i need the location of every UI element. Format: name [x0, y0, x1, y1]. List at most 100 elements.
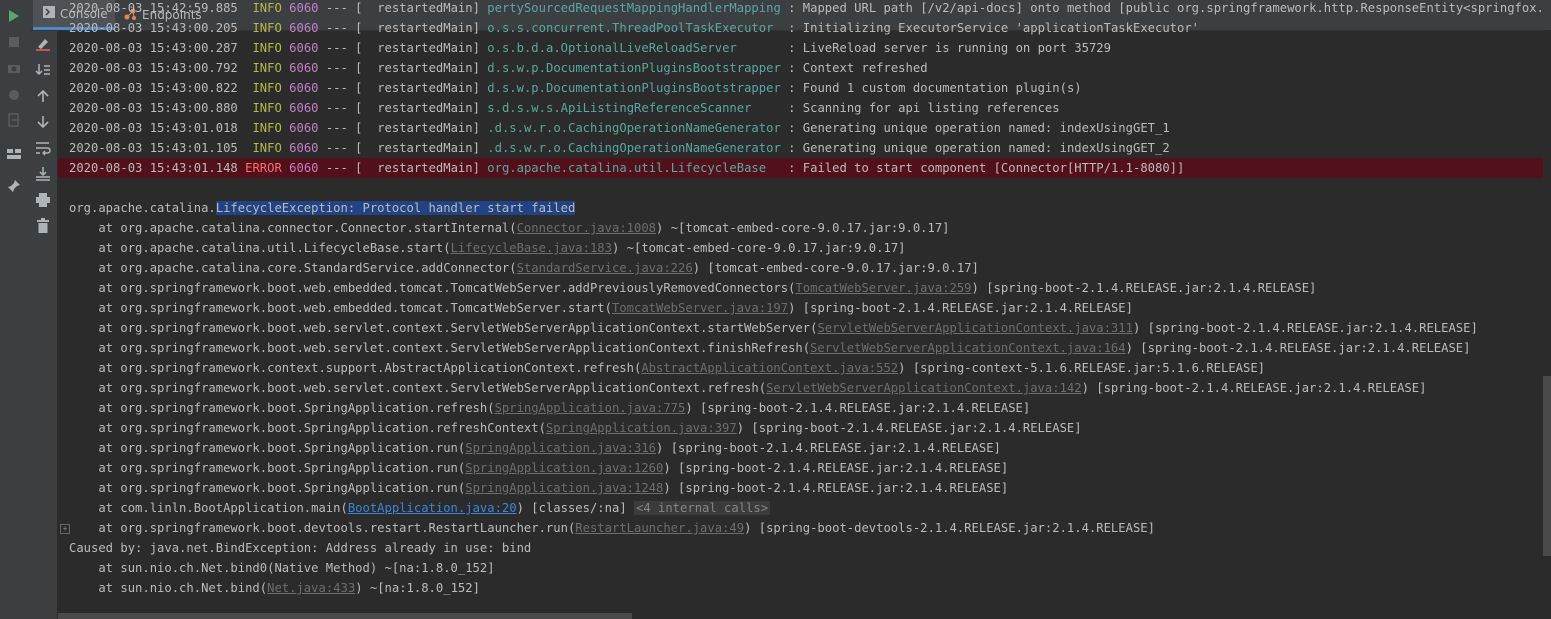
log-message: : Scanning for api listing references [788, 101, 1060, 115]
source-link[interactable]: LifecycleBase.java:183 [451, 241, 612, 255]
stack-frame: at sun.nio.ch.Net.bind0(Native Method) ~… [69, 561, 495, 575]
source-link[interactable]: ServletWebServerApplicationContext.java:… [766, 381, 1082, 395]
console-line: at org.springframework.boot.SpringApplic… [69, 438, 1001, 458]
log-date: 2020-08-03 15:43:00.792 [69, 61, 238, 75]
scroll-to-end-icon[interactable] [35, 62, 51, 78]
log-message: : Initializing ExecutorService 'applicat… [788, 21, 1200, 35]
console-line: at org.springframework.boot.web.embedded… [69, 298, 1133, 318]
layout-icon[interactable] [6, 146, 22, 162]
log-date: 2020-08-03 15:42:59.885 [69, 1, 238, 15]
log-logger: o.s.b.d.a.OptionalLiveReloadServer [487, 41, 781, 55]
log-message: : Generating unique operation named: ind… [788, 141, 1170, 155]
debug-icon[interactable] [6, 86, 22, 102]
log-logger: o.s.s.concurrent.ThreadPoolTaskExecutor [487, 21, 781, 35]
stack-frame: at org.springframework.boot.web.servlet.… [69, 381, 767, 395]
log-date: 2020-08-03 15:43:00.822 [69, 81, 238, 95]
log-date: 2020-08-03 15:43:01.018 [69, 121, 238, 135]
source-link[interactable]: AbstractApplicationContext.java:552 [641, 361, 898, 375]
source-link[interactable]: SpringApplication.java:316 [465, 441, 656, 455]
clear-icon[interactable] [35, 36, 51, 52]
stack-frame: at sun.nio.ch.Net.bind( [69, 581, 268, 595]
source-link[interactable]: Net.java:433 [267, 581, 355, 595]
source-link[interactable]: ServletWebServerApplicationContext.java:… [817, 321, 1133, 335]
stack-frame: at org.apache.catalina.connector.Connect… [69, 221, 517, 235]
source-link[interactable]: StandardService.java:226 [517, 261, 693, 275]
stack-frame-jar: ) [spring-boot-2.1.4.RELEASE.jar:2.1.4.R… [663, 481, 1009, 495]
log-logger: .d.s.w.r.o.CachingOperationNameGenerator [487, 141, 781, 155]
log-pid: 6060 [289, 21, 319, 35]
console-line: at org.springframework.boot.SpringApplic… [69, 478, 1008, 498]
console-line: at com.linln.BootApplication.main(BootAp… [69, 498, 771, 518]
console-line: 2020-08-03 15:43:00.822 INFO 6060 --- [ … [69, 81, 1082, 95]
stack-frame-jar: ) [spring-boot-2.1.4.RELEASE.jar:2.1.4.R… [663, 461, 1009, 475]
log-level: INFO [245, 141, 282, 155]
console-line: at org.springframework.boot.devtools.res… [69, 518, 1155, 538]
up-arrow-icon[interactable] [35, 88, 51, 104]
log-date: 2020-08-03 15:43:00.287 [69, 41, 238, 55]
stack-frame: at org.springframework.boot.devtools.res… [69, 521, 576, 535]
soft-wrap-icon[interactable] [35, 140, 51, 156]
stack-frame: at org.springframework.boot.SpringApplic… [69, 421, 546, 435]
stack-frame-jar: ) ~[tomcat-embed-core-9.0.17.jar:9.0.17] [612, 241, 906, 255]
log-thread: restartedMain [377, 161, 473, 175]
console-line: at org.apache.catalina.util.LifecycleBas… [69, 238, 906, 258]
exception-selected-text: LifecycleException: Protocol handler sta… [215, 201, 576, 215]
trash-icon[interactable] [35, 218, 51, 234]
source-link[interactable]: SpringApplication.java:1248 [465, 481, 663, 495]
console-line: at org.springframework.boot.SpringApplic… [69, 398, 1030, 418]
print-icon[interactable] [35, 192, 51, 208]
console-line: at org.springframework.context.support.A… [69, 358, 1265, 378]
log-date: 2020-08-03 15:43:00.880 [69, 101, 238, 115]
stack-frame-jar: ) [spring-boot-2.1.4.RELEASE.jar:2.1.4.R… [971, 281, 1317, 295]
run-icon[interactable] [6, 8, 22, 24]
console-line: at org.apache.catalina.connector.Connect… [69, 218, 949, 238]
log-level: ERROR [245, 161, 282, 175]
log-date: 2020-08-03 15:43:01.148 [69, 161, 238, 175]
log-logger: .d.s.w.r.o.CachingOperationNameGenerator [487, 121, 781, 135]
log-pid: 6060 [289, 41, 319, 55]
console-output[interactable]: 2020-08-03 15:42:59.885 INFO 6060 --- [ … [58, 0, 1543, 619]
stack-frame: at org.springframework.context.support.A… [69, 361, 642, 375]
source-link[interactable]: SpringApplication.java:1260 [465, 461, 663, 475]
stop-icon[interactable] [6, 34, 22, 50]
source-link[interactable]: TomcatWebServer.java:259 [795, 281, 971, 295]
log-date: 2020-08-03 15:43:00.205 [69, 21, 238, 35]
vertical-scrollbar[interactable] [1543, 376, 1551, 556]
log-thread: restartedMain [377, 81, 473, 95]
source-link[interactable]: SpringApplication.java:775 [495, 401, 686, 415]
stack-frame: at org.springframework.boot.SpringApplic… [69, 481, 466, 495]
log-thread: restartedMain [377, 121, 473, 135]
camera-icon[interactable] [6, 60, 22, 76]
expand-internal-calls-icon[interactable]: + [60, 524, 70, 534]
pin-icon[interactable] [6, 178, 22, 194]
caused-by-line: Caused by: java.net.BindException: Addre… [69, 541, 532, 555]
log-level: INFO [245, 61, 282, 75]
log-logger: d.s.w.p.DocumentationPluginsBootstrapper [487, 61, 781, 75]
internal-calls-fold[interactable]: <4 internal calls> [634, 501, 771, 515]
log-pid: 6060 [289, 61, 319, 75]
source-link[interactable]: RestartLauncher.java:49 [575, 521, 744, 535]
source-link[interactable]: TomcatWebServer.java:197 [612, 301, 788, 315]
log-level: INFO [245, 101, 282, 115]
source-link[interactable]: SpringApplication.java:397 [546, 421, 737, 435]
run-toolbar [0, 0, 30, 619]
stack-frame-jar: ) [classes/:na] [516, 501, 634, 515]
stack-frame-jar: ) [spring-boot-2.1.4.RELEASE.jar:2.1.4.R… [685, 401, 1031, 415]
scroll-to-end-2-icon[interactable] [35, 166, 51, 182]
log-pid: 6060 [289, 161, 319, 175]
stack-frame-jar: ) [tomcat-embed-core-9.0.17.jar:9.0.17] [692, 261, 979, 275]
source-link[interactable]: Connector.java:1008 [517, 221, 656, 235]
exit-icon[interactable] [6, 112, 22, 128]
source-link[interactable]: BootApplication.java:20 [348, 501, 517, 515]
console-line: 2020-08-03 15:42:59.885 INFO 6060 --- [ … [69, 0, 1543, 18]
down-arrow-icon[interactable] [35, 114, 51, 130]
source-link[interactable]: ServletWebServerApplicationContext.java:… [810, 341, 1126, 355]
stack-frame: at com.linln.BootApplication.main( [69, 501, 348, 515]
horizontal-scrollbar[interactable] [58, 613, 632, 619]
log-level: INFO [245, 21, 282, 35]
console-line: at org.springframework.boot.SpringApplic… [69, 458, 1008, 478]
console-line: at sun.nio.ch.Net.bind0(Native Method) ~… [69, 558, 495, 578]
stack-frame: at org.springframework.boot.SpringApplic… [69, 441, 466, 455]
log-message: : Failed to start component [Connector[H… [788, 161, 1185, 175]
console-line: at org.springframework.boot.web.servlet.… [69, 378, 1426, 398]
